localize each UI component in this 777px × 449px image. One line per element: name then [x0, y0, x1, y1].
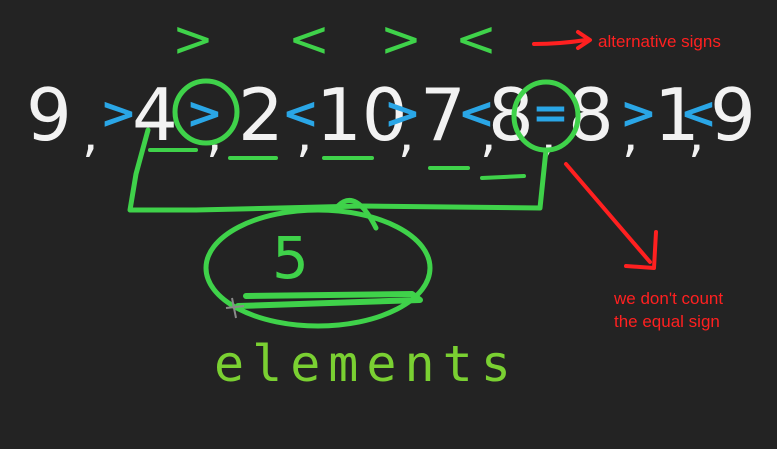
- highlight-circle: [172, 78, 240, 146]
- note-equal-sign-line1: we don't count: [614, 289, 724, 308]
- count-label: elements: [214, 335, 519, 393]
- note-alternative-signs: alternative signs: [598, 32, 721, 51]
- highlight-circle: [511, 79, 581, 153]
- underline-mark: [480, 174, 526, 180]
- red-arrow: [532, 38, 588, 46]
- count-value: 5: [272, 224, 309, 292]
- count-underline: [235, 291, 423, 309]
- red-arrow: [564, 162, 652, 264]
- whiteboard-canvas: > < > < 9 4 2 10 7 8 8 1 9 > > < > < = >…: [0, 0, 777, 449]
- note-equal-sign-line2: the equal sign: [614, 312, 720, 331]
